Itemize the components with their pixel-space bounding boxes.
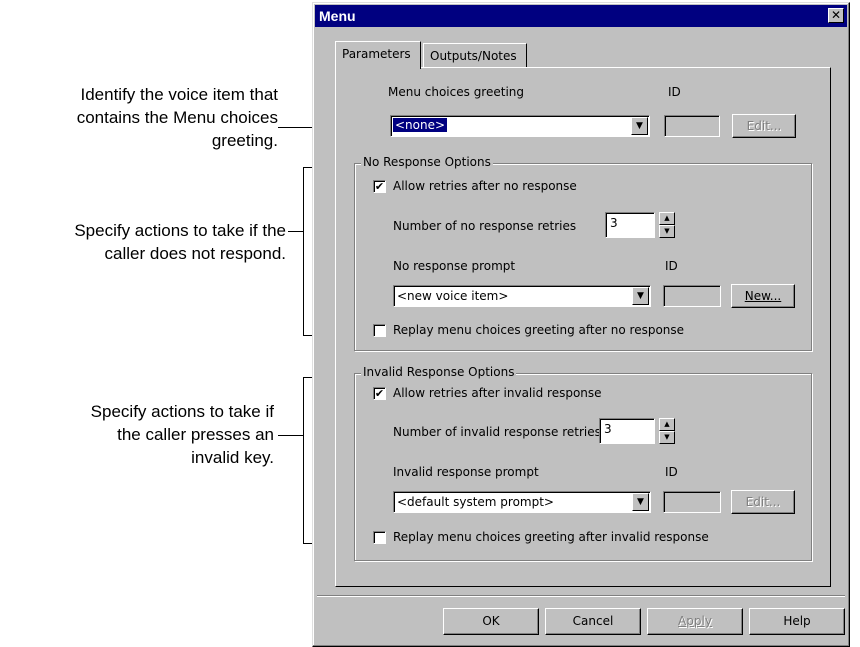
no-response-legend: No Response Options (361, 155, 493, 169)
tab-label: Outputs/Notes (430, 49, 517, 63)
dialog-title: Menu (319, 8, 356, 24)
check-icon: ✔ (374, 387, 385, 400)
button-label: New... (744, 289, 782, 303)
no-response-dropdown-button[interactable]: ▼ (632, 287, 649, 305)
chevron-down-icon: ▼ (637, 497, 644, 507)
parameters-panel: Menu choices greeting ID <none> ▼ Edit..… (335, 67, 831, 587)
invalid-response-legend: Invalid Response Options (361, 365, 517, 379)
no-response-retries-value: 3 (610, 216, 618, 230)
callout-line: invalid key. (191, 448, 274, 467)
ok-button[interactable]: OK (443, 608, 539, 635)
button-label: Edit... (746, 119, 782, 133)
spin-up-button[interactable]: ▲ (659, 418, 675, 431)
callout-line: Identify the voice item that (80, 85, 279, 104)
callout-line: greeting. (211, 131, 278, 150)
menu-dialog: Menu ✕ Parameters Outputs/Notes Menu cho… (312, 2, 850, 647)
replay-invalid-label[interactable]: Replay menu choices greeting after inval… (393, 530, 709, 544)
button-label: Edit... (745, 495, 781, 509)
spin-down-button[interactable]: ▼ (659, 225, 675, 238)
callout-line: contains the Menu choices (76, 108, 278, 127)
help-button[interactable]: Help (749, 608, 845, 635)
replay-no-response-checkbox[interactable] (373, 324, 386, 337)
close-icon: ✕ (830, 8, 842, 22)
no-response-prompt-value: <new voice item> (397, 289, 509, 303)
callout-line: Specify actions to take if (90, 402, 274, 421)
invalid-edit-button[interactable]: Edit... (731, 490, 795, 514)
cancel-button[interactable]: Cancel (545, 608, 641, 635)
callout-no-response-leader (288, 231, 303, 232)
no-response-id-field[interactable] (663, 285, 721, 307)
invalid-retries-label: Number of invalid response retries (393, 425, 601, 439)
no-response-retries-input[interactable]: 3 (605, 212, 655, 238)
chevron-down-icon: ▼ (664, 227, 670, 235)
button-label: Apply (678, 614, 712, 628)
no-response-id-label: ID (665, 259, 678, 273)
greeting-id-field[interactable] (664, 115, 720, 137)
invalid-prompt-select[interactable]: <default system prompt> ▼ (393, 491, 651, 513)
tab-outputs-notes[interactable]: Outputs/Notes (423, 43, 527, 67)
callout-line: the caller presses an (117, 425, 274, 444)
apply-button[interactable]: Apply (647, 608, 743, 635)
greeting-select[interactable]: <none> ▼ (390, 115, 650, 137)
check-icon: ✔ (374, 180, 385, 193)
button-label: OK (482, 614, 500, 628)
invalid-retries-value: 3 (604, 422, 612, 436)
invalid-prompt-value: <default system prompt> (397, 495, 554, 509)
no-response-prompt-select[interactable]: <new voice item> ▼ (393, 285, 651, 307)
invalid-retries-spinner[interactable]: ▲ ▼ (659, 418, 675, 444)
callout-invalid-leader (278, 435, 303, 436)
replay-invalid-checkbox[interactable] (373, 531, 386, 544)
chevron-down-icon: ▼ (664, 433, 670, 441)
allow-retries-no-response-label[interactable]: Allow retries after no response (393, 179, 577, 193)
no-response-prompt-label: No response prompt (393, 259, 516, 273)
greeting-select-value: <none> (393, 118, 448, 132)
callout-line: Specify actions to take if the (74, 221, 286, 240)
spin-down-button[interactable]: ▼ (659, 431, 675, 444)
greeting-edit-button[interactable]: Edit... (732, 114, 796, 138)
invalid-id-field[interactable] (663, 491, 721, 513)
callout-no-response: Specify actions to take if the caller do… (0, 219, 286, 265)
no-response-retries-spinner[interactable]: ▲ ▼ (659, 212, 675, 238)
allow-retries-no-response-checkbox[interactable]: ✔ (373, 180, 386, 193)
title-bar[interactable]: Menu ✕ (315, 5, 847, 27)
tab-parameters[interactable]: Parameters (335, 41, 421, 69)
no-response-group: No Response Options ✔ Allow retries afte… (354, 155, 812, 351)
close-button[interactable]: ✕ (828, 8, 844, 23)
invalid-retries-input[interactable]: 3 (599, 418, 655, 444)
allow-retries-invalid-label[interactable]: Allow retries after invalid response (393, 386, 602, 400)
callout-line: caller does not respond. (104, 244, 286, 263)
chevron-down-icon: ▼ (636, 121, 643, 131)
greeting-id-label: ID (668, 85, 681, 99)
spin-up-button[interactable]: ▲ (659, 212, 675, 225)
invalid-response-group: Invalid Response Options ✔ Allow retries… (354, 365, 812, 561)
greeting-label: Menu choices greeting (388, 85, 525, 99)
button-label: Cancel (572, 614, 614, 628)
callout-invalid: Specify actions to take if the caller pr… (20, 400, 274, 469)
no-response-new-button[interactable]: New... (731, 284, 795, 308)
replay-no-response-label[interactable]: Replay menu choices greeting after no re… (393, 323, 684, 337)
chevron-up-icon: ▲ (664, 214, 670, 222)
tab-label: Parameters (342, 47, 411, 61)
chevron-up-icon: ▲ (664, 420, 670, 428)
callout-invalid-bracket (303, 377, 304, 543)
allow-retries-invalid-checkbox[interactable]: ✔ (373, 387, 386, 400)
callout-greeting: Identify the voice item that contains th… (20, 83, 278, 152)
callout-no-response-bracket (303, 167, 304, 335)
invalid-dropdown-button[interactable]: ▼ (632, 493, 649, 511)
button-label: Help (783, 614, 811, 628)
invalid-prompt-label: Invalid response prompt (393, 465, 539, 479)
greeting-dropdown-button[interactable]: ▼ (631, 117, 648, 135)
no-response-retries-label: Number of no response retries (393, 219, 577, 233)
chevron-down-icon: ▼ (637, 291, 644, 301)
invalid-id-label: ID (665, 465, 678, 479)
footer-separator (317, 595, 845, 597)
